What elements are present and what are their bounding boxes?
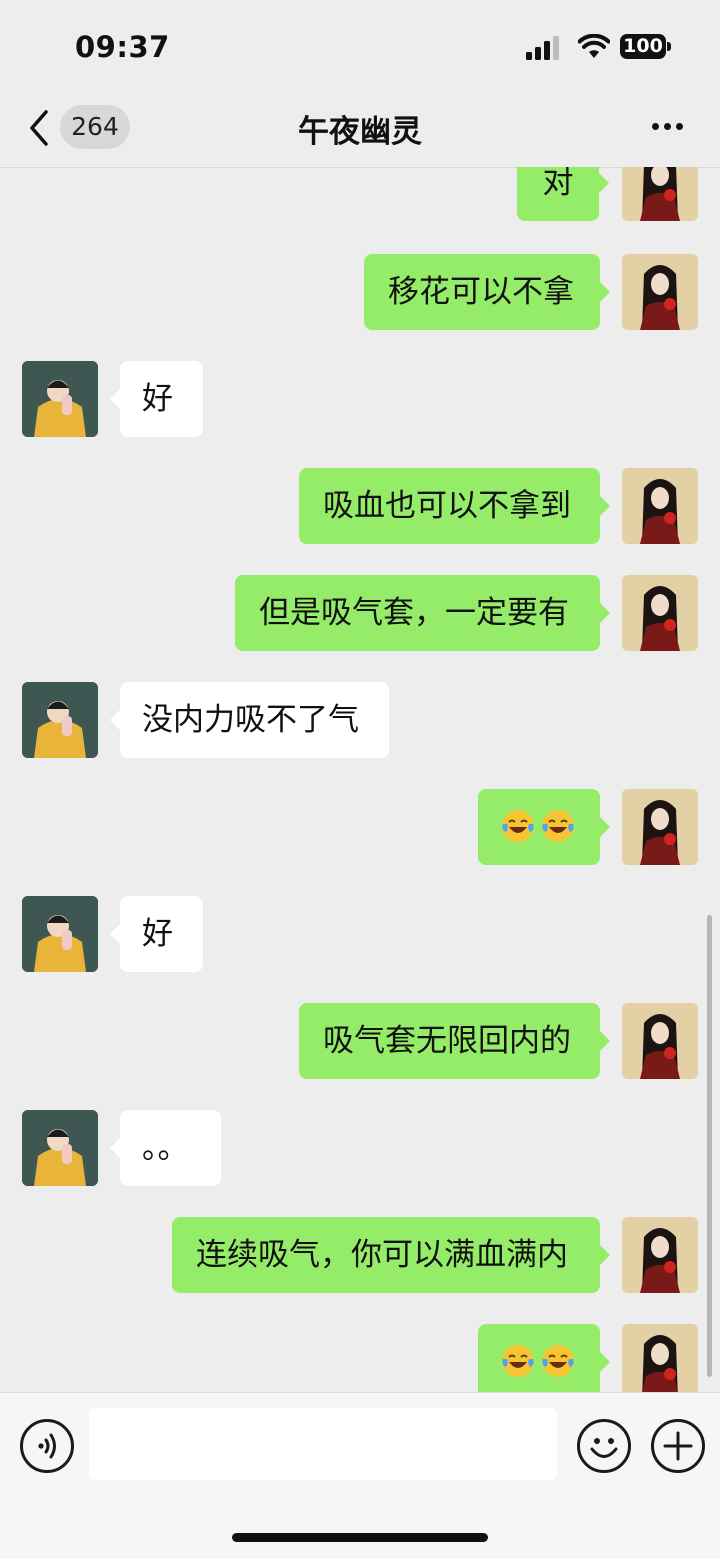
message-bubble-sent[interactable]: 但是吸气套，一定要有 [235, 575, 610, 651]
laughing-crying-emoji-icon [542, 809, 574, 842]
my-avatar[interactable] [622, 789, 698, 865]
message-bubble-sent[interactable] [478, 789, 610, 865]
message-text: 对 [542, 167, 574, 201]
message-text: 好 [142, 916, 173, 952]
chat-header: 09:37 100 264 午夜幽灵 [0, 0, 720, 168]
message-text: 没内力吸不了气 [142, 702, 359, 738]
wifi-icon [578, 34, 610, 58]
message-text: 吸血也可以不拿到 [323, 488, 571, 524]
contact-avatar[interactable] [22, 896, 98, 972]
laughing-crying-emoji-icon [502, 809, 534, 842]
chat-scrollbar[interactable] [707, 915, 712, 1377]
message-bubble-sent[interactable]: 移花可以不拿 [364, 254, 610, 330]
message-text: 但是吸气套，一定要有 [259, 595, 569, 631]
my-avatar[interactable] [622, 1003, 698, 1079]
voice-icon [38, 1433, 56, 1459]
home-indicator[interactable] [232, 1533, 488, 1542]
contact-avatar[interactable] [22, 361, 98, 437]
chat-title: 午夜幽灵 [298, 114, 422, 150]
message-bubble-sent[interactable]: 连续吸气，你可以满血满内 [172, 1217, 610, 1293]
status-time: 09:37 [75, 30, 170, 64]
message-bubble-received[interactable]: 好 [110, 361, 203, 437]
laughing-crying-emoji-icon [542, 1344, 574, 1377]
laughing-crying-emoji-icon [502, 1344, 534, 1377]
my-avatar[interactable] [622, 254, 698, 330]
my-avatar[interactable] [622, 167, 698, 221]
message-bubble-sent[interactable] [478, 1324, 610, 1392]
message-bubble-received[interactable]: 。。 [110, 1110, 221, 1186]
message-bubble-sent[interactable]: 吸血也可以不拿到 [299, 468, 610, 544]
message-input[interactable] [89, 1408, 557, 1480]
message-text: 连续吸气，你可以满血满内 [196, 1237, 568, 1273]
message-text: 吸气套无限回内的 [323, 1023, 571, 1059]
my-avatar[interactable] [622, 1324, 698, 1392]
contact-avatar[interactable] [22, 1110, 98, 1186]
battery-icon: 100 [620, 34, 672, 60]
message-bubble-received[interactable]: 好 [110, 896, 203, 972]
more-options-icon[interactable] [648, 120, 688, 134]
my-avatar[interactable] [622, 468, 698, 544]
input-bar [0, 1392, 720, 1559]
signal-icon [526, 36, 559, 60]
my-avatar[interactable] [622, 575, 698, 651]
emoji-button[interactable] [577, 1419, 631, 1473]
message-text: 。。 [142, 1130, 189, 1166]
plus-icon [663, 1431, 693, 1461]
contact-avatar[interactable] [22, 682, 98, 758]
battery-level: 100 [620, 34, 666, 59]
message-bubble-sent[interactable]: 吸气套无限回内的 [299, 1003, 610, 1079]
message-text: 移花可以不拿 [388, 274, 574, 310]
more-functions-button[interactable] [651, 1419, 705, 1473]
smiley-icon [590, 1438, 618, 1458]
message-bubble-sent[interactable]: 对 [517, 167, 609, 221]
my-avatar[interactable] [622, 1217, 698, 1293]
message-list[interactable]: 对 移花可以不拿 好 吸血也可以不拿到 但是吸气套，一定要有 没内力吸不了气 好… [0, 167, 720, 1392]
message-bubble-received[interactable]: 没内力吸不了气 [110, 682, 389, 758]
voice-input-button[interactable] [20, 1419, 74, 1473]
message-text: 好 [142, 381, 173, 417]
